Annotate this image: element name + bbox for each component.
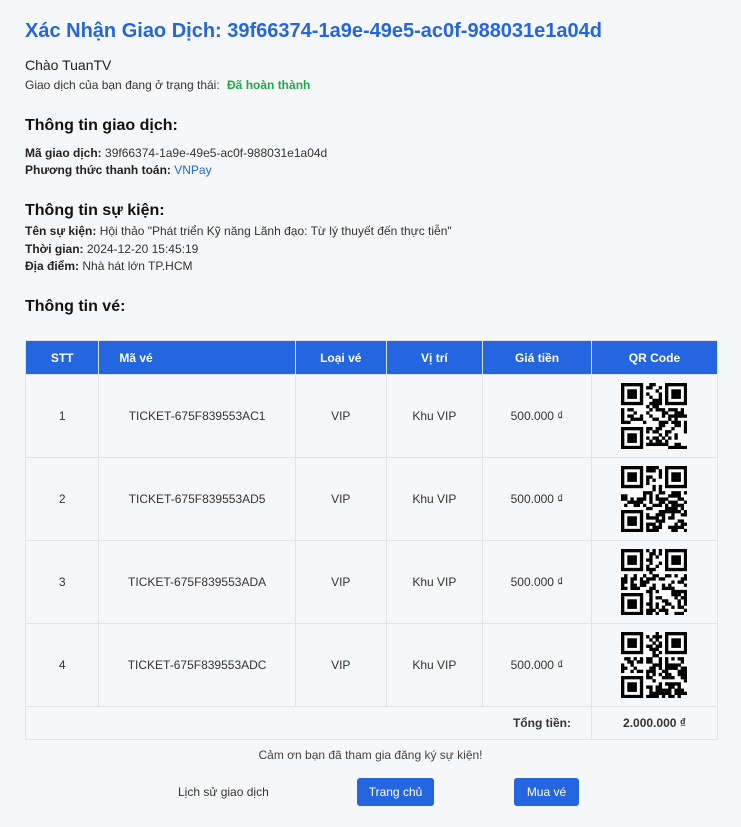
event-info-heading: Thông tin sự kiện: <box>25 202 165 219</box>
page-title: Xác Nhận Giao Dịch: 39f66374-1a9e-49e5-a… <box>25 20 603 42</box>
ticket-location: Khu VIP <box>385 457 484 541</box>
status-badge: Đã hoàn thành <box>227 78 311 92</box>
tickets-table: STT Mã vé Loại vé Vị trí Giá tiền QR Cod… <box>24 340 719 740</box>
total-value: 2.000.000 ₫ <box>590 706 719 740</box>
ticket-qr-cell <box>590 540 719 624</box>
event-name-row: Tên sự kiện: Hội thảo "Phát triển Kỹ năn… <box>25 224 452 238</box>
ticket-price: 500.000 ₫ <box>482 623 592 707</box>
ticket-code: TICKET-675F839553ADA <box>98 540 296 624</box>
payment-method-value: VNPay <box>174 163 212 177</box>
ticket-price: 500.000 ₫ <box>482 457 592 541</box>
qr-code-icon <box>621 383 688 449</box>
ticket-type: VIP <box>294 540 387 624</box>
qr-code-icon <box>621 549 688 615</box>
event-place-row: Địa điểm: Nhà hát lớn TP.HCM <box>25 259 193 273</box>
ticket-price: 500.000 ₫ <box>482 374 592 458</box>
event-place-label: Địa điểm: <box>25 259 80 273</box>
ticket-code: TICKET-675F839553ADC <box>98 623 296 707</box>
ticket-type: VIP <box>294 623 387 707</box>
ticket-price: 500.000 ₫ <box>482 540 592 624</box>
home-button[interactable]: Trang chủ <box>357 778 434 806</box>
payment-method-label: Phương thức thanh toán: <box>25 163 171 177</box>
ticket-qr-cell <box>590 457 719 541</box>
table-row: 4 TICKET-675F839553ADC VIP Khu VIP 500.0… <box>24 623 719 707</box>
event-name-label: Tên sự kiện: <box>25 224 97 238</box>
event-time-row: Thời gian: 2024-12-20 15:45:19 <box>25 242 198 256</box>
ticket-location: Khu VIP <box>385 540 484 624</box>
total-label: Tổng tiền: <box>25 706 592 740</box>
column-header-location: Vị trí <box>385 340 484 375</box>
ticket-qr-cell <box>590 374 719 458</box>
event-time-label: Thời gian: <box>25 242 84 256</box>
column-header-type: Loại vé <box>294 340 387 375</box>
table-row: 2 TICKET-675F839553AD5 VIP Khu VIP 500.0… <box>24 457 719 541</box>
event-place-value: Nhà hát lớn TP.HCM <box>82 259 193 273</box>
table-header-row: STT Mã vé Loại vé Vị trí Giá tiền QR Cod… <box>24 340 719 375</box>
event-name-value: Hội thảo "Phát triển Kỹ năng Lãnh đạo: T… <box>99 224 452 238</box>
ticket-type: VIP <box>294 374 387 458</box>
qr-code-icon <box>621 466 688 532</box>
ticket-location: Khu VIP <box>385 374 484 458</box>
ticket-code: TICKET-675F839553AD5 <box>98 457 296 541</box>
qr-code-icon <box>621 632 688 698</box>
buy-ticket-button[interactable]: Mua vé <box>514 778 579 806</box>
qr-code-graphic <box>621 466 688 532</box>
event-time-value: 2024-12-20 15:45:19 <box>86 242 199 256</box>
qr-code-graphic <box>621 383 688 449</box>
ticket-stt: 1 <box>24 374 100 458</box>
qr-code-graphic <box>621 632 688 698</box>
transaction-confirmation-page: Xác Nhận Giao Dịch: 39f66374-1a9e-49e5-a… <box>0 0 741 827</box>
status-line: Giao dịch của bạn đang ở trạng thái: Đã … <box>25 78 310 92</box>
table-row: 1 TICKET-675F839553AC1 VIP Khu VIP 500.0… <box>24 374 719 458</box>
transaction-id-value: 39f66374-1a9e-49e5-ac0f-988031e1a04d <box>105 146 328 160</box>
payment-method-row: Phương thức thanh toán: VNPay <box>25 163 212 177</box>
ticket-type: VIP <box>294 457 387 541</box>
ticket-location: Khu VIP <box>385 623 484 707</box>
qr-code-graphic <box>621 549 688 615</box>
thank-you-message: Cảm ơn bạn đã tham gia đăng ký sự kiện! <box>258 748 483 762</box>
ticket-stt: 4 <box>24 623 100 707</box>
ticket-info-heading: Thông tin vé: <box>25 298 126 315</box>
greeting-text: Chào TuanTV <box>25 57 112 73</box>
transaction-id-row: Mã giao dịch: 39f66374-1a9e-49e5-ac0f-98… <box>25 146 327 160</box>
transaction-history-link[interactable]: Lịch sử giao dịch <box>178 785 269 799</box>
ticket-code: TICKET-675F839553AC1 <box>98 374 296 458</box>
ticket-stt: 3 <box>24 540 100 624</box>
total-row: Tổng tiền: 2.000.000 ₫ <box>25 706 719 740</box>
ticket-stt: 2 <box>24 457 100 541</box>
transaction-info-heading: Thông tin giao dịch: <box>25 117 178 134</box>
column-header-code: Mã vé <box>98 340 296 375</box>
status-prefix: Giao dịch của bạn đang ở trạng thái: <box>25 78 220 92</box>
table-row: 3 TICKET-675F839553ADA VIP Khu VIP 500.0… <box>24 540 719 624</box>
column-header-stt: STT <box>24 340 100 375</box>
column-header-qr: QR Code <box>590 340 719 375</box>
column-header-price: Giá tiền <box>482 340 592 375</box>
ticket-qr-cell <box>590 623 719 707</box>
transaction-id-label: Mã giao dịch: <box>25 146 102 160</box>
